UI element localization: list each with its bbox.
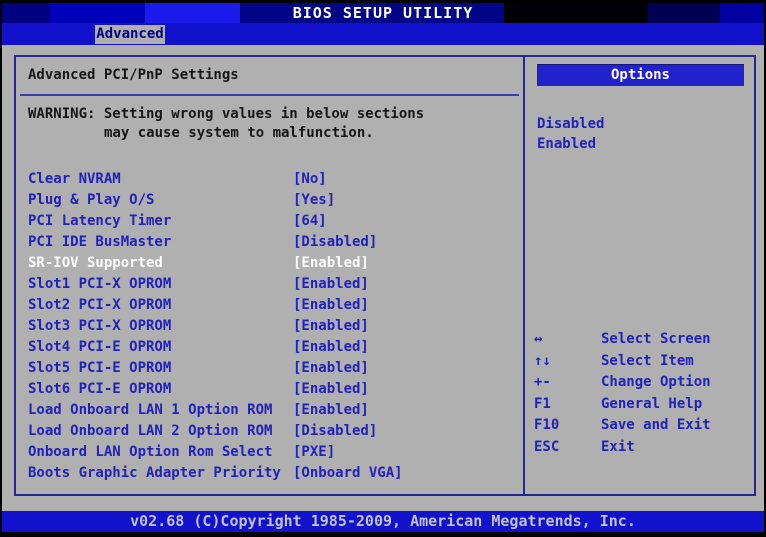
setting-label: SR-IOV Supported <box>28 253 163 274</box>
setting-row[interactable]: Load Onboard LAN 1 Option ROM [Enabled] <box>16 400 523 421</box>
key-help-action: Change Option <box>601 372 711 394</box>
key-help-row: F1 General Help <box>525 394 754 416</box>
setting-label: Load Onboard LAN 2 Option ROM <box>28 421 272 442</box>
setting-label: Onboard LAN Option Rom Select <box>28 442 272 463</box>
key-help-action: Save and Exit <box>601 415 711 437</box>
setting-value: [No] <box>293 169 327 190</box>
setting-label: Load Onboard LAN 1 Option ROM <box>28 400 272 421</box>
setting-label: Slot4 PCI-E OPROM <box>28 337 171 358</box>
setting-label: Plug & Play O/S <box>28 190 154 211</box>
tab-advanced[interactable]: Advanced <box>95 25 165 44</box>
page-title: Advanced PCI/PnP Settings <box>28 67 239 83</box>
settings-list: Clear NVRAM [No] Plug & Play O/S [Yes] P… <box>16 169 523 484</box>
key-help-action: Select Screen <box>601 329 711 351</box>
bios-setup-screen: BIOS SETUP UTILITY Advanced Advanced PCI… <box>0 0 766 537</box>
copyright-text: v02.68 (C)Copyright 1985-2009, American … <box>130 512 636 530</box>
option-disabled[interactable]: Disabled <box>537 114 604 134</box>
app-title: BIOS SETUP UTILITY <box>2 4 764 22</box>
key-help: ↔ Select Screen ↑↓ Select Item +- Change… <box>525 329 754 458</box>
menu-bar: Advanced <box>2 23 764 45</box>
setting-row[interactable]: Plug & Play O/S [Yes] <box>16 190 523 211</box>
option-enabled[interactable]: Enabled <box>537 134 604 154</box>
key-help-row: F10 Save and Exit <box>525 415 754 437</box>
key-help-row: ↑↓ Select Item <box>525 351 754 373</box>
setting-label: Slot6 PCI-E OPROM <box>28 379 171 400</box>
setting-row-selected[interactable]: SR-IOV Supported [Enabled] <box>16 253 523 274</box>
setting-value: [Enabled] <box>293 274 369 295</box>
setting-label: Clear NVRAM <box>28 169 121 190</box>
setting-label: Slot3 PCI-X OPROM <box>28 316 171 337</box>
setting-row[interactable]: Clear NVRAM [No] <box>16 169 523 190</box>
f1-key: F1 <box>534 394 551 416</box>
setting-label: PCI Latency Timer <box>28 211 171 232</box>
setting-label: Slot5 PCI-E OPROM <box>28 358 171 379</box>
setting-row[interactable]: Slot2 PCI-X OPROM [Enabled] <box>16 295 523 316</box>
setting-row[interactable]: PCI Latency Timer [64] <box>16 211 523 232</box>
setting-label: Slot2 PCI-X OPROM <box>28 295 171 316</box>
title-bar: BIOS SETUP UTILITY <box>2 3 764 23</box>
key-help-action: Select Item <box>601 351 694 373</box>
warning-text: WARNING: Setting wrong values in below s… <box>28 105 424 143</box>
key-help-row: +- Change Option <box>525 372 754 394</box>
setting-row[interactable]: Slot3 PCI-X OPROM [Enabled] <box>16 316 523 337</box>
setting-label: Slot1 PCI-X OPROM <box>28 274 171 295</box>
setting-value: [Enabled] <box>293 400 369 421</box>
setting-row[interactable]: Load Onboard LAN 2 Option ROM [Disabled] <box>16 421 523 442</box>
setting-row[interactable]: Slot6 PCI-E OPROM [Enabled] <box>16 379 523 400</box>
setting-value: [Yes] <box>293 190 335 211</box>
options-header: Options <box>537 64 744 86</box>
key-help-row: ↔ Select Screen <box>525 329 754 351</box>
setting-value: [Enabled] <box>293 379 369 400</box>
setting-value: [Enabled] <box>293 358 369 379</box>
setting-row[interactable]: Slot1 PCI-X OPROM [Enabled] <box>16 274 523 295</box>
setting-value: [PXE] <box>293 442 335 463</box>
warning-line-1: WARNING: Setting wrong values in below s… <box>28 105 424 124</box>
options-panel: Options Disabled Enabled ↔ Select Screen… <box>523 55 756 496</box>
key-help-action: Exit <box>601 437 635 459</box>
setting-row[interactable]: Boots Graphic Adapter Priority [Onboard … <box>16 463 523 484</box>
setting-value: [Enabled] <box>293 253 369 274</box>
setting-value: [Disabled] <box>293 421 377 442</box>
esc-key: ESC <box>534 437 559 459</box>
up-down-arrows-icon: ↑↓ <box>534 351 551 373</box>
options-list: Disabled Enabled <box>537 114 604 154</box>
setting-row[interactable]: Slot4 PCI-E OPROM [Enabled] <box>16 337 523 358</box>
setting-row[interactable]: Slot5 PCI-E OPROM [Enabled] <box>16 358 523 379</box>
title-separator <box>20 94 519 96</box>
content-area: Advanced PCI/PnP Settings WARNING: Setti… <box>2 45 764 511</box>
f10-key: F10 <box>534 415 559 437</box>
status-bar: v02.68 (C)Copyright 1985-2009, American … <box>2 511 764 532</box>
settings-panel: Advanced PCI/PnP Settings WARNING: Setti… <box>14 55 525 496</box>
setting-label: Boots Graphic Adapter Priority <box>28 463 281 484</box>
setting-value: [Enabled] <box>293 337 369 358</box>
setting-row[interactable]: PCI IDE BusMaster [Disabled] <box>16 232 523 253</box>
key-help-action: General Help <box>601 394 702 416</box>
setting-value: [64] <box>293 211 327 232</box>
setting-row[interactable]: Onboard LAN Option Rom Select [PXE] <box>16 442 523 463</box>
warning-line-2: may cause system to malfunction. <box>28 124 424 143</box>
plus-minus-keys: +- <box>534 372 551 394</box>
setting-value: [Enabled] <box>293 295 369 316</box>
setting-value: [Enabled] <box>293 316 369 337</box>
setting-value: [Disabled] <box>293 232 377 253</box>
left-right-arrows-icon: ↔ <box>534 329 542 351</box>
setting-value: [Onboard VGA] <box>293 463 403 484</box>
key-help-row: ESC Exit <box>525 437 754 459</box>
setting-label: PCI IDE BusMaster <box>28 232 171 253</box>
